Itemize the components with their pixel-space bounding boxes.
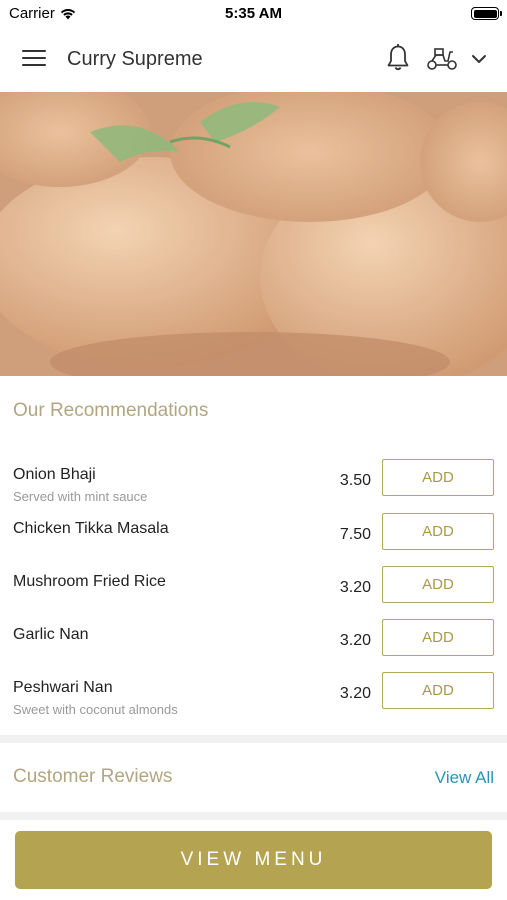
menu-item: Onion Bhaji Served with mint sauce 3.50 … (0, 459, 507, 519)
item-name: Mushroom Fried Rice (13, 573, 166, 590)
item-description: Served with mint sauce (13, 489, 148, 504)
item-name: Onion Bhaji (13, 466, 96, 483)
add-button[interactable]: ADD (382, 459, 494, 496)
item-name: Peshwari Nan (13, 679, 113, 696)
status-bar: Carrier 5:35 AM (0, 0, 507, 28)
chicken-curry-image (0, 92, 507, 376)
add-button[interactable]: ADD (382, 672, 494, 709)
hamburger-menu-icon[interactable] (22, 50, 46, 68)
view-all-link[interactable]: View All (435, 768, 494, 788)
chevron-down-icon[interactable] (470, 50, 488, 68)
status-time: 5:35 AM (225, 5, 282, 22)
section-divider (0, 812, 507, 820)
bell-icon[interactable] (385, 43, 411, 73)
add-button[interactable]: ADD (382, 619, 494, 656)
menu-item: Peshwari Nan Sweet with coconut almonds … (0, 672, 507, 732)
item-price: 7.50 (339, 526, 371, 543)
item-price: 3.20 (339, 632, 371, 649)
reviews-heading: Customer Reviews (13, 766, 173, 787)
item-description: Sweet with coconut almonds (13, 702, 178, 717)
item-name: Chicken Tikka Masala (13, 520, 169, 537)
item-price: 3.20 (339, 685, 371, 702)
item-price: 3.50 (339, 472, 371, 489)
add-button[interactable]: ADD (382, 513, 494, 550)
hero-food-image (0, 92, 507, 376)
add-button[interactable]: ADD (382, 566, 494, 603)
item-name: Garlic Nan (13, 626, 89, 643)
recommendations-heading: Our Recommendations (13, 400, 209, 421)
battery-icon (471, 7, 502, 20)
view-menu-button[interactable]: VIEW MENU (15, 831, 492, 889)
nav-bar: Curry Supreme (0, 28, 507, 92)
section-divider (0, 735, 507, 743)
item-price: 3.20 (339, 579, 371, 596)
app-title: Curry Supreme (67, 48, 203, 70)
delivery-scooter-icon[interactable] (426, 46, 458, 72)
